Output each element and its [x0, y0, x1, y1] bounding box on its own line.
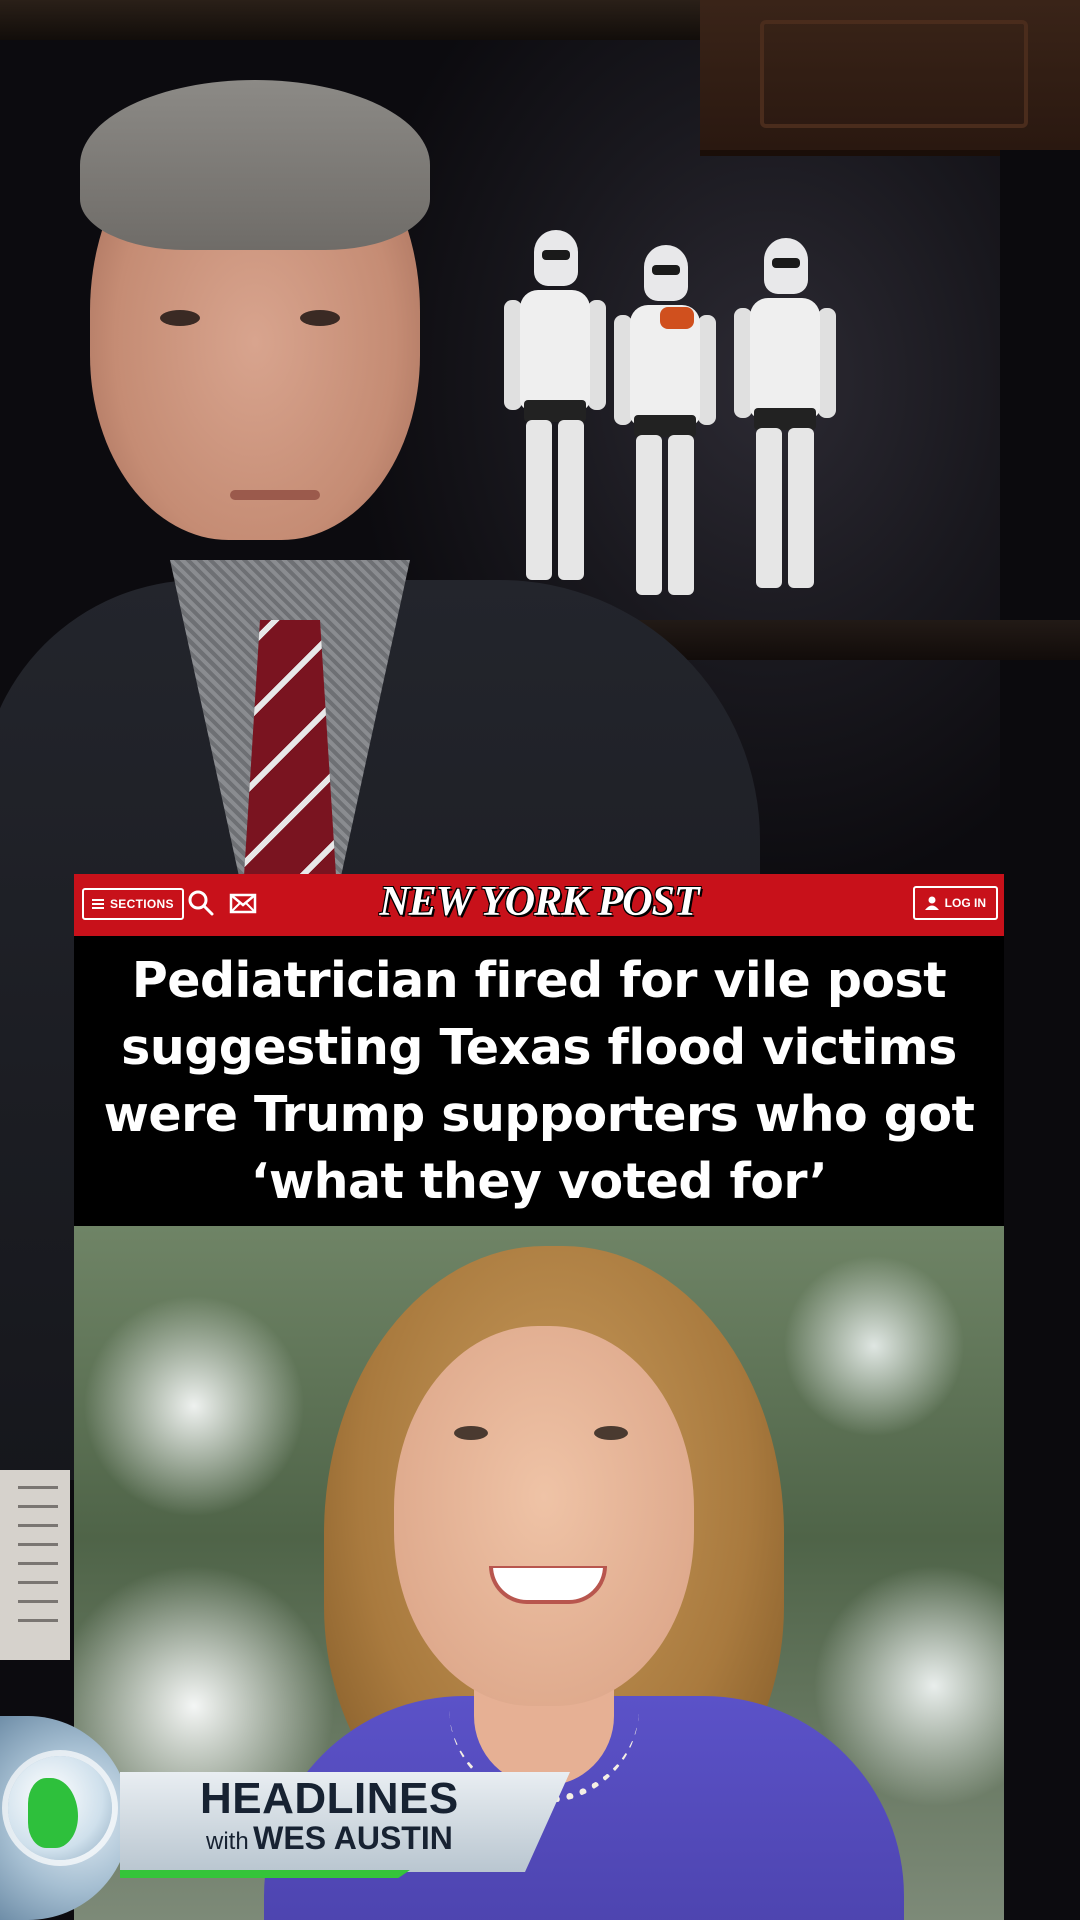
paper-notes — [0, 1470, 70, 1660]
host-name: WES AUSTIN — [253, 1820, 453, 1856]
login-button[interactable]: LOG IN — [912, 886, 998, 920]
show-title: HEADLINES — [200, 1774, 459, 1823]
article-headline[interactable]: Pediatrician fired for vile post suggest… — [89, 947, 989, 1215]
lower-third: HEADLINES with WES AUSTIN — [0, 1716, 600, 1920]
globe-logo — [0, 1716, 130, 1920]
host-line: with WES AUSTIN — [206, 1820, 453, 1863]
nyp-logo[interactable]: NEW YORK POST — [74, 878, 1004, 926]
nyp-navbar: SECTIONS NEW YORK POST LOG IN — [74, 874, 1004, 938]
login-label: LOG IN — [944, 896, 986, 910]
background-shadow — [1000, 150, 1080, 1650]
with-label: with — [206, 1828, 249, 1855]
headline-box: Pediatrician fired for vile post suggest… — [74, 936, 1004, 1226]
lower-third-accent — [120, 1870, 410, 1878]
user-icon — [924, 896, 939, 910]
